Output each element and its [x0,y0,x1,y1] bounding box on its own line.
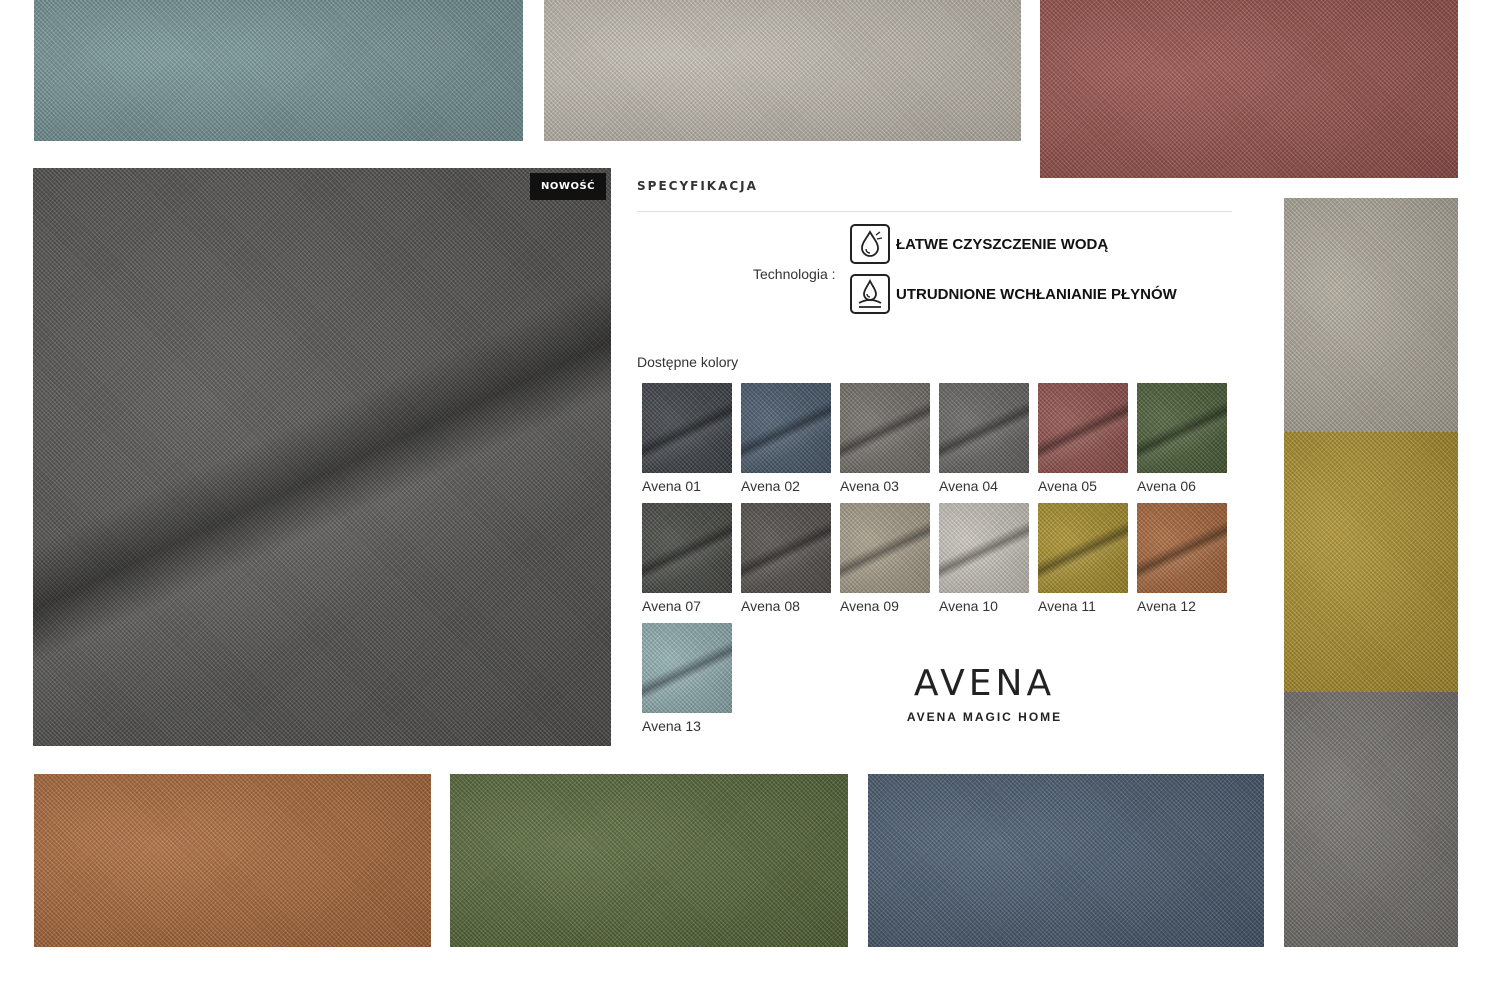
color-swatch-name: Avena 12 [1137,598,1196,614]
fabric-sample-greige [1284,198,1458,432]
color-swatch[interactable]: Avena 12 [1137,503,1227,614]
color-swatch-name: Avena 09 [840,598,899,614]
fabric-sample-blue [868,774,1264,947]
color-swatch[interactable]: Avena 07 [642,503,732,614]
main-product-photo[interactable]: NOWOŚĆ [33,168,611,746]
color-swatch-image[interactable] [741,383,831,473]
technology-label: Technologia : [753,266,836,282]
color-swatch[interactable]: Avena 05 [1038,383,1128,494]
color-swatch[interactable]: Avena 08 [741,503,831,614]
color-swatch-image[interactable] [1038,503,1128,593]
fabric-sample-yellow [1284,432,1458,692]
new-badge: NOWOŚĆ [530,173,606,200]
brand-name: AVENA [913,663,1056,704]
color-swatch-name: Avena 11 [1038,598,1096,614]
color-swatch-image[interactable] [741,503,831,593]
color-swatch-name: Avena 05 [1038,478,1097,494]
color-swatch[interactable]: Avena 03 [840,383,930,494]
fabric-sample-orange [34,774,431,947]
color-swatch[interactable]: Avena 04 [939,383,1029,494]
brand-subtitle: AVENA MAGIC HOME [906,710,1063,724]
fabric-sample-green [450,774,848,947]
color-swatch[interactable]: Avena 10 [939,503,1029,614]
color-swatch[interactable]: Avena 06 [1137,383,1227,494]
color-swatch-name: Avena 01 [642,478,701,494]
color-swatch-image[interactable] [840,383,930,473]
color-swatch[interactable]: Avena 13 [642,623,732,734]
color-swatch-image[interactable] [939,383,1029,473]
water-drop-clean-icon [850,224,890,264]
fabric-sample-red [1040,0,1458,178]
fabric-sample-grey [1284,692,1458,947]
color-swatch-name: Avena 03 [840,478,899,494]
fabric-sample-light-blue [34,0,523,141]
color-swatch[interactable]: Avena 11 [1038,503,1128,614]
available-colors-label: Dostępne kolory [637,354,739,370]
color-swatch-name: Avena 13 [642,718,701,734]
color-swatch-name: Avena 02 [741,478,800,494]
color-swatch-name: Avena 04 [939,478,998,494]
color-swatch-image[interactable] [840,503,930,593]
fabric-sample-beige [544,0,1021,141]
liquid-repellent-icon [850,274,890,314]
color-swatch-image[interactable] [642,623,732,713]
color-swatch-image[interactable] [642,503,732,593]
tech-liquid-repellent: UTRUDNIONE WCHŁANIANIE PŁYNÓW [850,274,1177,314]
color-swatch-name: Avena 08 [741,598,800,614]
color-swatch[interactable]: Avena 02 [741,383,831,494]
color-swatch[interactable]: Avena 01 [642,383,732,494]
color-swatch-image[interactable] [642,383,732,473]
color-swatch-image[interactable] [1137,383,1227,473]
divider [637,211,1232,212]
color-swatch-image[interactable] [1038,383,1128,473]
color-swatch-name: Avena 10 [939,598,998,614]
color-swatch-name: Avena 06 [1137,478,1196,494]
color-swatch-image[interactable] [1137,503,1227,593]
color-swatch[interactable]: Avena 09 [840,503,930,614]
color-swatch-name: Avena 07 [642,598,701,614]
spec-title: SPECYFIKACJA [637,179,758,193]
tech-easy-clean: ŁATWE CZYSZCZENIE WODĄ [850,224,1108,264]
brand-block: AVENA AVENA MAGIC HOME [877,663,1092,724]
specification-panel: SPECYFIKACJA Technologia : ŁATWE CZYSZCZ… [637,168,1232,748]
tech-liquid-repellent-label: UTRUDNIONE WCHŁANIANIE PŁYNÓW [896,285,1177,303]
color-swatch-image[interactable] [939,503,1029,593]
tech-easy-clean-label: ŁATWE CZYSZCZENIE WODĄ [896,235,1109,253]
